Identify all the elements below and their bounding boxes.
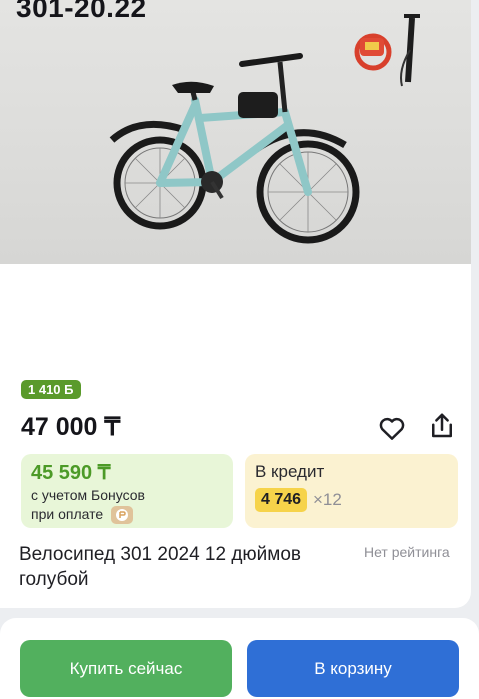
pump-accessory: [400, 14, 420, 87]
bonus-note-line2: при оплате: [31, 506, 134, 525]
lock-accessory: [354, 33, 392, 71]
credit-label: В кредит: [255, 462, 325, 481]
bonus-price: 45 590 ₸: [31, 462, 111, 484]
share-button[interactable]: [427, 411, 457, 441]
product-price: 47 000 ₸: [21, 413, 121, 441]
payment-service-icon: [111, 506, 134, 525]
credit-months: ×12: [313, 490, 342, 509]
add-to-cart-button[interactable]: В корзину: [247, 640, 459, 697]
rating-status[interactable]: Нет рейтинга: [364, 544, 450, 560]
product-title: Велосипед 301 2024 12 дюймов голубой: [19, 544, 302, 590]
heart-icon: [379, 417, 405, 440]
buy-now-button[interactable]: Купить сейчас: [20, 640, 232, 697]
bonus-note-text: при оплате: [31, 506, 104, 522]
bonus-note-line1: с учетом Бонусов: [31, 487, 145, 503]
bonus-badge: 1 410 Б: [21, 380, 81, 399]
product-card: 301-20.22 1 410 Б 47 000 ₸ 45 590 ₸ с уч…: [0, 0, 471, 608]
credit-monthly-amount: 4 746: [255, 488, 308, 512]
action-bar: Купить сейчас В корзину: [0, 618, 479, 699]
share-icon: [432, 413, 452, 438]
credit-box[interactable]: В кредит 4 746 ×12: [245, 454, 458, 528]
model-label: 301-20.22: [16, 0, 147, 23]
favorite-button[interactable]: [377, 413, 407, 443]
bonus-price-box[interactable]: 45 590 ₸ с учетом Бонусов при оплате: [21, 454, 233, 528]
product-photo[interactable]: 301-20.22: [0, 0, 471, 264]
bicycle-image: [109, 14, 420, 244]
